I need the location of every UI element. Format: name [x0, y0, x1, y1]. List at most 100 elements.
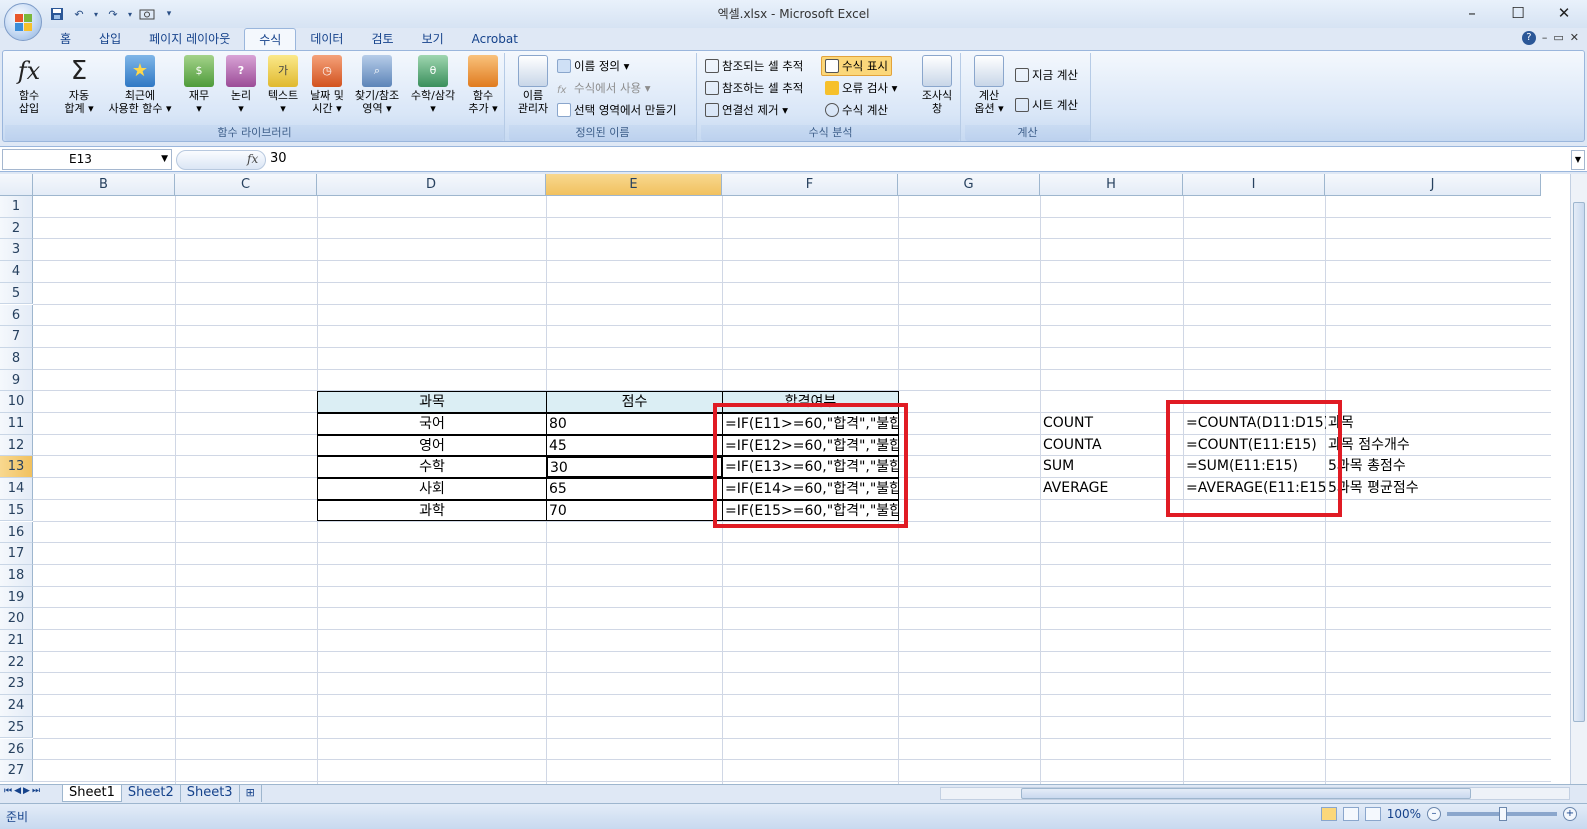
name-box[interactable]: E13 ▼	[2, 149, 172, 170]
select-all-button[interactable]	[0, 174, 33, 196]
lookup-reference-button[interactable]: ⌕ 찾기/참조 영역 ▾	[349, 55, 405, 115]
calculate-now-button[interactable]: 지금 계산	[1015, 65, 1078, 85]
ribbon-minimize-icon[interactable]: –	[1542, 31, 1548, 45]
row-header[interactable]: 19	[0, 586, 33, 609]
row-header[interactable]: 15	[0, 499, 33, 522]
maximize-button[interactable]: ☐	[1495, 0, 1541, 26]
close-button[interactable]: ✕	[1541, 0, 1587, 26]
cells-area[interactable]: 과목 점수 합격여부 국어 80 =IF(E11>=60,"합격","불합 영어…	[33, 196, 1551, 784]
row-header[interactable]: 13	[0, 456, 33, 479]
calculation-options-button[interactable]: 계산 옵션 ▾	[967, 55, 1011, 115]
math-trig-button[interactable]: θ 수학/삼각 ▾	[405, 55, 461, 115]
tab-home[interactable]: 홈	[46, 28, 85, 50]
evaluate-formula-button[interactable]: 수식 계산	[825, 100, 888, 120]
expand-formula-bar-icon[interactable]: ▼	[1571, 150, 1585, 170]
insert-function-bar-button[interactable]: fx	[176, 150, 266, 170]
financial-button[interactable]: $ 재무 ▾	[177, 55, 221, 115]
row-header[interactable]: 17	[0, 543, 33, 565]
table-header-score[interactable]: 점수	[546, 391, 723, 413]
zoom-out-icon[interactable]: –	[1427, 807, 1441, 821]
first-sheet-icon[interactable]: ⏮	[4, 786, 12, 796]
column-header-d[interactable]: D	[317, 174, 546, 196]
insert-function-button[interactable]: fx 함수 삽입	[7, 55, 51, 115]
more-functions-button[interactable]: 함수 추가 ▾	[461, 55, 505, 115]
vertical-scroll-thumb[interactable]	[1573, 202, 1585, 722]
last-sheet-icon[interactable]: ⏭	[32, 786, 40, 796]
horizontal-scrollbar[interactable]	[940, 787, 1570, 800]
vertical-scrollbar[interactable]	[1570, 174, 1587, 784]
calculate-sheet-button[interactable]: 시트 계산	[1015, 95, 1078, 115]
row-header[interactable]: 2	[0, 217, 33, 240]
function-name-cell[interactable]: COUNTA	[1041, 435, 1183, 457]
row-header[interactable]: 21	[0, 630, 33, 652]
table-cell-score[interactable]: 80	[546, 413, 723, 435]
error-checking-button[interactable]: 오류 검사 ▾	[825, 78, 897, 98]
table-cell-score[interactable]: 45	[546, 434, 723, 457]
minimize-button[interactable]: –	[1449, 0, 1495, 26]
row-header[interactable]: 8	[0, 347, 33, 370]
autosum-button[interactable]: Σ 자동 합계 ▾	[57, 55, 101, 115]
row-header[interactable]: 7	[0, 326, 33, 348]
name-manager-button[interactable]: 이름 관리자	[511, 55, 555, 115]
sheet-tab-sheet3[interactable]: Sheet3	[181, 785, 240, 802]
prev-sheet-icon[interactable]: ◀	[14, 786, 21, 796]
column-header-b[interactable]: B	[33, 174, 175, 196]
date-time-button[interactable]: ◷ 날짜 및 시간 ▾	[305, 55, 349, 115]
ribbon-close-icon[interactable]: ✕	[1570, 31, 1579, 45]
row-header[interactable]: 22	[0, 651, 33, 674]
zoom-level[interactable]: 100%	[1387, 807, 1421, 821]
formula-input[interactable]: 30	[270, 151, 287, 166]
ribbon-restore-icon[interactable]: ▭	[1553, 31, 1563, 45]
row-header[interactable]: 25	[0, 716, 33, 739]
row-header[interactable]: 20	[0, 608, 33, 630]
row-header[interactable]: 4	[0, 261, 33, 283]
recently-used-button[interactable]: ★ 최근에 사용한 함수 ▾	[101, 55, 179, 115]
table-cell-score[interactable]: 70	[546, 499, 723, 522]
tab-review[interactable]: 검토	[357, 28, 407, 50]
next-sheet-icon[interactable]: ▶	[23, 786, 30, 796]
help-icon[interactable]: ?	[1521, 31, 1536, 45]
row-header[interactable]: 3	[0, 239, 33, 262]
create-from-selection-button[interactable]: 선택 영역에서 만들기	[557, 100, 677, 120]
normal-view-icon[interactable]	[1320, 807, 1337, 821]
active-cell[interactable]: 30	[546, 456, 723, 479]
row-header[interactable]: 11	[0, 413, 33, 435]
table-cell-subject[interactable]: 영어	[317, 434, 547, 457]
function-note-cell[interactable]: 5과목 총점수	[1326, 456, 1526, 478]
column-header-c[interactable]: C	[175, 174, 317, 196]
tab-page-layout[interactable]: 페이지 레이아웃	[135, 28, 244, 50]
table-cell-subject[interactable]: 수학	[317, 456, 547, 479]
row-header[interactable]: 1	[0, 196, 33, 218]
function-name-cell[interactable]: AVERAGE	[1041, 478, 1183, 500]
row-header[interactable]: 23	[0, 673, 33, 696]
column-header-g[interactable]: G	[898, 174, 1040, 196]
row-header[interactable]: 14	[0, 478, 33, 500]
trace-precedents-button[interactable]: 참조되는 셀 추적	[705, 56, 803, 76]
horizontal-scroll-thumb[interactable]	[1021, 788, 1471, 799]
tab-acrobat[interactable]: Acrobat	[458, 28, 532, 50]
row-header[interactable]: 18	[0, 564, 33, 587]
column-header-f[interactable]: F	[722, 174, 898, 196]
tab-insert[interactable]: 삽입	[85, 28, 135, 50]
row-header[interactable]: 10	[0, 391, 33, 413]
office-button[interactable]	[4, 3, 42, 41]
row-header[interactable]: 9	[0, 369, 33, 392]
define-name-button[interactable]: 이름 정의 ▾	[557, 56, 629, 76]
zoom-in-icon[interactable]: +	[1563, 807, 1577, 821]
zoom-slider[interactable]	[1447, 807, 1557, 821]
page-break-view-icon[interactable]	[1364, 807, 1381, 821]
table-cell-score[interactable]: 65	[546, 478, 723, 500]
zoom-slider-knob[interactable]	[1499, 807, 1507, 821]
row-header[interactable]: 16	[0, 521, 33, 544]
column-header-e[interactable]: E	[546, 174, 722, 196]
table-cell-subject[interactable]: 사회	[317, 478, 547, 500]
text-button[interactable]: 가 텍스트 ▾	[261, 55, 305, 115]
chevron-down-icon[interactable]: ▼	[161, 150, 168, 169]
function-note-cell[interactable]: 5과목 평균점수	[1326, 478, 1526, 500]
logical-button[interactable]: ? 논리 ▾	[219, 55, 263, 115]
use-in-formula-button[interactable]: fx 수식에서 사용 ▾	[557, 78, 651, 98]
table-header-subject[interactable]: 과목	[317, 391, 547, 413]
trace-dependents-button[interactable]: 참조하는 셀 추적	[705, 78, 803, 98]
row-header[interactable]: 6	[0, 304, 33, 327]
show-formulas-button[interactable]: 수식 표시	[821, 56, 892, 76]
